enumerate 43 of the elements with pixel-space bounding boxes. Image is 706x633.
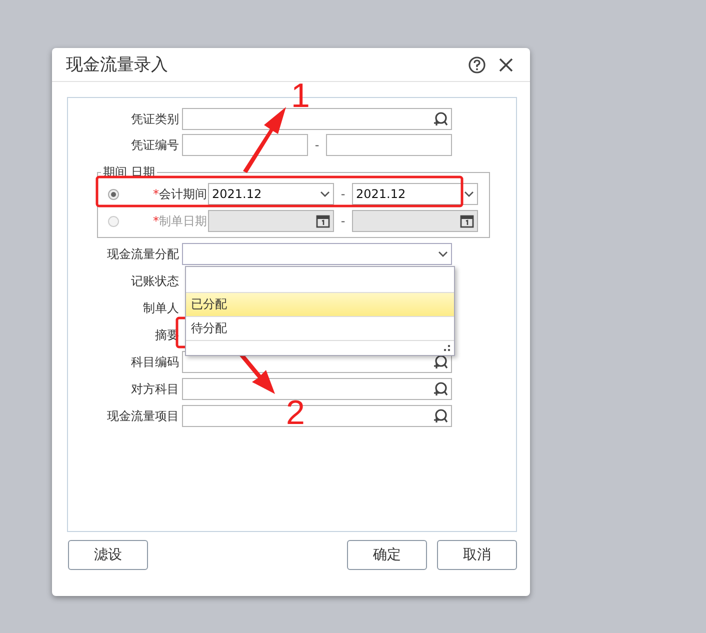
required-mark: * bbox=[153, 186, 159, 200]
field-label: *会计期间 bbox=[152, 186, 208, 202]
select-field[interactable] bbox=[182, 243, 452, 265]
chevron-down-icon[interactable] bbox=[320, 191, 330, 197]
field-label: *制单日期 bbox=[152, 212, 208, 230]
range-separator: - bbox=[340, 187, 346, 201]
range-separator: - bbox=[340, 214, 346, 228]
annotation-arrow bbox=[243, 107, 286, 173]
dialog-button[interactable]: 确定 bbox=[347, 540, 427, 570]
calendar-icon[interactable] bbox=[460, 214, 474, 228]
window-title: 现金流量录入 bbox=[66, 54, 168, 76]
search-icon[interactable] bbox=[432, 408, 448, 424]
help-icon[interactable] bbox=[468, 56, 486, 74]
dialog-button[interactable]: 滤设 bbox=[68, 540, 148, 570]
annotation-number: 1 bbox=[291, 77, 310, 115]
select-field[interactable]: 2021.12 bbox=[208, 183, 334, 205]
field-label: 现金流量项目 bbox=[106, 408, 180, 424]
field-label: 凭证类别 bbox=[130, 110, 180, 128]
input-field[interactable] bbox=[326, 134, 452, 156]
select-field[interactable]: 2021.12 bbox=[352, 183, 478, 205]
field-label: 现金流量分配 bbox=[106, 246, 180, 262]
date-field[interactable] bbox=[352, 210, 478, 232]
field-label: 凭证编号 bbox=[130, 136, 180, 154]
input-field[interactable] bbox=[182, 378, 452, 400]
chevron-down-icon[interactable] bbox=[464, 191, 474, 197]
field-label: 记账状态 bbox=[130, 272, 180, 290]
radio-button[interactable] bbox=[108, 188, 119, 200]
field-label: 制单人 bbox=[142, 300, 180, 316]
dropdown-option[interactable]: 已分配 bbox=[186, 293, 454, 317]
search-icon[interactable] bbox=[432, 354, 448, 370]
input-field[interactable] bbox=[182, 108, 452, 130]
close-icon[interactable] bbox=[498, 56, 514, 72]
field-label: 科目编码 bbox=[130, 354, 180, 370]
required-mark: * bbox=[153, 214, 159, 228]
search-icon[interactable] bbox=[432, 381, 448, 397]
resize-grip-icon[interactable] bbox=[444, 345, 450, 351]
field-label: 对方科目 bbox=[130, 380, 180, 398]
annotation-number: 2 bbox=[286, 394, 305, 432]
input-field[interactable] bbox=[182, 134, 308, 156]
dialog-button[interactable]: 取消 bbox=[437, 540, 517, 570]
range-separator: - bbox=[314, 138, 320, 152]
search-icon[interactable] bbox=[432, 111, 448, 127]
chevron-down-icon[interactable] bbox=[438, 251, 448, 257]
